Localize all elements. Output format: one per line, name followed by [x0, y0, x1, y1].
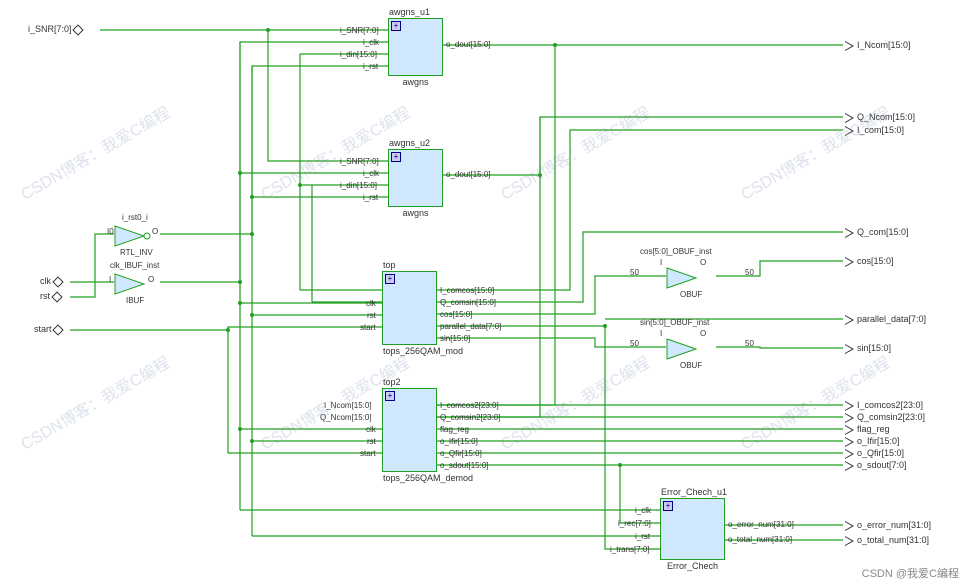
expand-icon[interactable]: + [385, 274, 395, 284]
port-sin: sin[15:0] [845, 343, 891, 354]
block-error-chech: Error_Chech_u1 + Error_Chech [660, 498, 725, 560]
port-cos: cos[15:0] [845, 256, 894, 267]
block-awgns-u1-title: awgns_u1 [389, 7, 430, 17]
block-awgns-u2: awgns_u2 + awgns [388, 149, 443, 207]
pin: i_din[15:0] [340, 50, 377, 59]
pin: I_Ncom[15:0] [324, 401, 372, 410]
pin: o_error_num[31:0] [728, 520, 969, 529]
block-awgns-u2-title: awgns_u2 [389, 138, 430, 148]
port-rst: rst [40, 291, 64, 301]
pin: o_dout[15:0] [446, 40, 969, 49]
pin: o_total_num[31:0] [728, 535, 969, 544]
port-q-com: Q_com[15:0] [845, 227, 909, 238]
pin: O [700, 258, 706, 267]
pin: o_sdout[15:0] [440, 461, 969, 470]
ibuf-footer: IBUF [126, 296, 144, 305]
pin: Q_comsin[15:0] [440, 298, 969, 307]
pin: rst [367, 437, 376, 446]
pin: i_clk [635, 506, 651, 515]
pin: O [148, 275, 154, 284]
obuf-cos-footer: OBUF [680, 290, 702, 299]
block-error-chech-footer: Error_Chech [661, 561, 724, 571]
bus-50: 50 [745, 339, 754, 348]
obuf-sin-footer: OBUF [680, 361, 702, 370]
obuf-cos-title: cos[5:0]_OBUF_inst [640, 247, 712, 256]
block-top-title: top [383, 260, 396, 270]
block-awgns-u1-footer: awgns [389, 77, 442, 87]
bus-50: 50 [745, 268, 754, 277]
pin: flag_reg [440, 425, 969, 434]
pin: i_SNR[7:0] [340, 157, 379, 166]
pin: Q_Ncom[15:0] [320, 413, 372, 422]
pin: i_din[15:0] [340, 181, 377, 190]
block-error-chech-title: Error_Chech_u1 [661, 487, 727, 497]
pin: I0 [107, 227, 114, 236]
block-top-footer: tops_256QAM_mod [383, 346, 436, 356]
pin: clk [366, 425, 376, 434]
block-top2-title: top2 [383, 377, 401, 387]
pin: O [700, 329, 706, 338]
pin: rst [367, 311, 376, 320]
port-start: start [34, 324, 65, 334]
pin: o_Ifir[15:0] [440, 437, 969, 446]
block-top2: top2 + tops_256QAM_demod [382, 388, 437, 472]
pin: i_clk [363, 38, 379, 47]
pin: O [152, 227, 158, 236]
pin: i_rst [635, 532, 650, 541]
port-clk: clk [40, 276, 65, 286]
port-i-snr: i_SNR[7:0] [28, 24, 85, 34]
pin: start [360, 323, 376, 332]
pin: i_rst [363, 62, 378, 71]
expand-icon[interactable]: + [663, 501, 673, 511]
pin: clk [366, 299, 376, 308]
obuf-sin-title: sin[5:0]_OBUF_inst [640, 318, 709, 327]
port-q-ncom: Q_Ncom[15:0] [845, 112, 915, 123]
pin: o_dout[15:0] [446, 170, 969, 179]
pin: i_clk [363, 169, 379, 178]
pin: I [660, 329, 662, 338]
rtl-inv-title: i_rst0_i [122, 213, 148, 222]
block-top: top + tops_256QAM_mod [382, 271, 437, 345]
expand-icon[interactable]: + [391, 152, 401, 162]
block-awgns-u1: awgns_u1 + awgns [388, 18, 443, 76]
pin: o_Qfir[15:0] [440, 449, 969, 458]
pin: I_comcos2[23:0] [440, 401, 969, 410]
block-awgns-u2-footer: awgns [389, 208, 442, 218]
watermark-footer: CSDN @我爱C编程 [862, 565, 959, 581]
bus-50: 50 [630, 268, 639, 277]
pin: i_rec[7:0] [618, 519, 651, 528]
rtl-inv-footer: RTL_INV [120, 248, 153, 257]
expand-icon[interactable]: + [391, 21, 401, 31]
pin: i_trans[7:0] [610, 545, 650, 554]
pin: I [660, 258, 662, 267]
pin: Q_comsin2[23:0] [440, 413, 969, 422]
ibuf-title: clk_IBUF_inst [110, 261, 159, 270]
block-top2-footer: tops_256QAM_demod [383, 473, 436, 483]
pin: i_SNR[7:0] [340, 26, 379, 35]
pin: start [360, 449, 376, 458]
pin: i_rst [363, 193, 378, 202]
expand-icon[interactable]: + [385, 391, 395, 401]
bus-50: 50 [630, 339, 639, 348]
pin: I [109, 275, 111, 284]
port-i-com: I_com[15:0] [845, 125, 904, 136]
